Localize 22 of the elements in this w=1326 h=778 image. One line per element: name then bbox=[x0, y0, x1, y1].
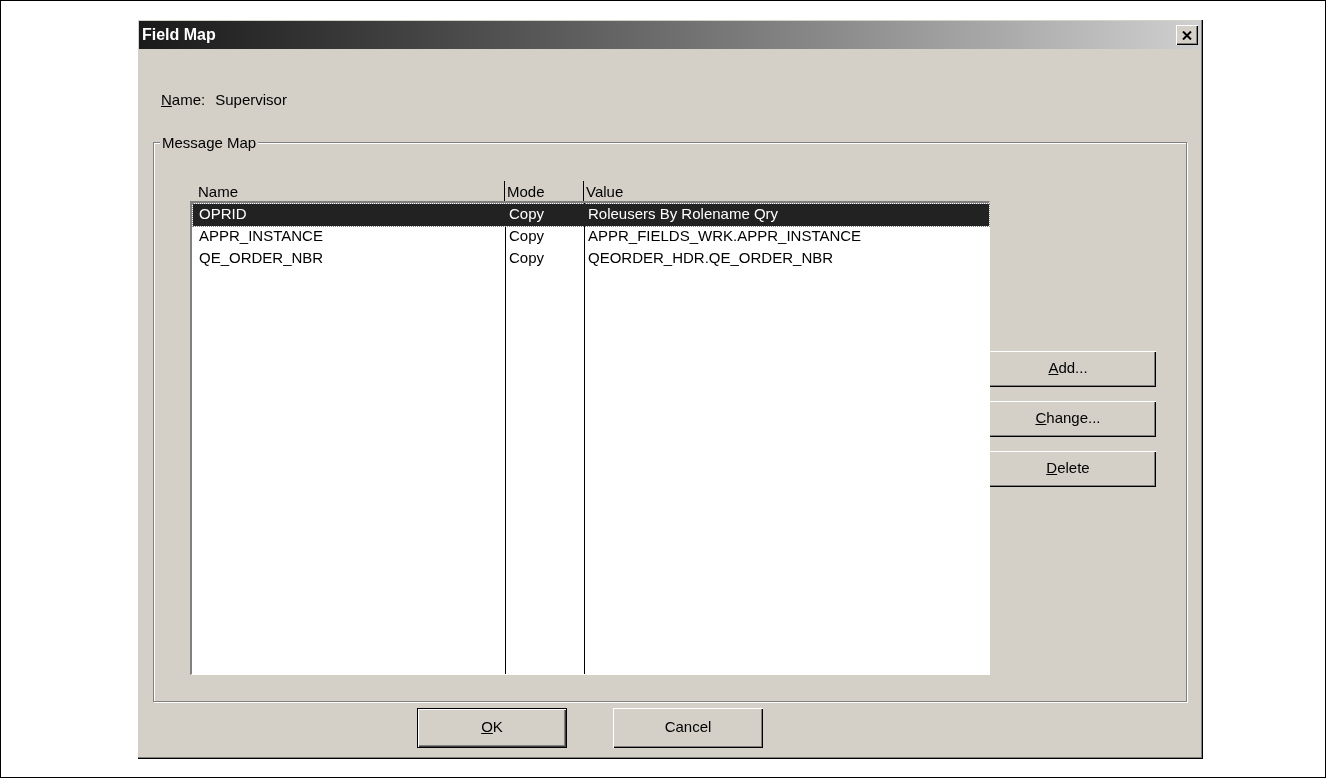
dialog-button[interactable]: OK bbox=[417, 707, 567, 748]
window-title: Field Map bbox=[142, 25, 216, 45]
close-button[interactable] bbox=[1176, 25, 1198, 45]
column-header[interactable]: Value bbox=[583, 180, 990, 201]
table-cell-text: APPR_INSTANCE bbox=[199, 226, 324, 247]
table-cell-text: QE_ORDER_NBR bbox=[199, 248, 325, 269]
dialog-button[interactable]: Cancel bbox=[613, 707, 763, 748]
column-header[interactable]: Name bbox=[198, 180, 504, 201]
name-label: Name: bbox=[161, 90, 206, 110]
table-cell-text: Copy bbox=[508, 204, 546, 225]
table-cell-text: Copy bbox=[508, 248, 546, 269]
table-cell-text: Roleusers By Rolename Qry bbox=[587, 204, 780, 225]
close-icon bbox=[1182, 30, 1192, 40]
list-row[interactable]: QE_ORDER_NBR Copy QEORDER_HDR.QE_ORDER_NBR bbox=[193, 247, 989, 270]
list-row[interactable]: OPRID Copy Roleusers By Rolename Qry bbox=[193, 203, 989, 226]
table-cell-text: APPR_FIELDS_WRK.APPR_INSTANCE bbox=[587, 226, 863, 247]
table-cell-text: Copy bbox=[508, 226, 546, 247]
list-row[interactable]: APPR_INSTANCE Copy APPR_FIELDS_WRK.APPR_INSTANCE bbox=[193, 225, 989, 248]
column-header[interactable]: Mode bbox=[504, 180, 583, 201]
table-cell-text: OPRID bbox=[199, 204, 248, 225]
name-value: Supervisor bbox=[215, 90, 287, 110]
table-cell-text: QEORDER_HDR.QE_ORDER_NBR bbox=[587, 248, 835, 269]
